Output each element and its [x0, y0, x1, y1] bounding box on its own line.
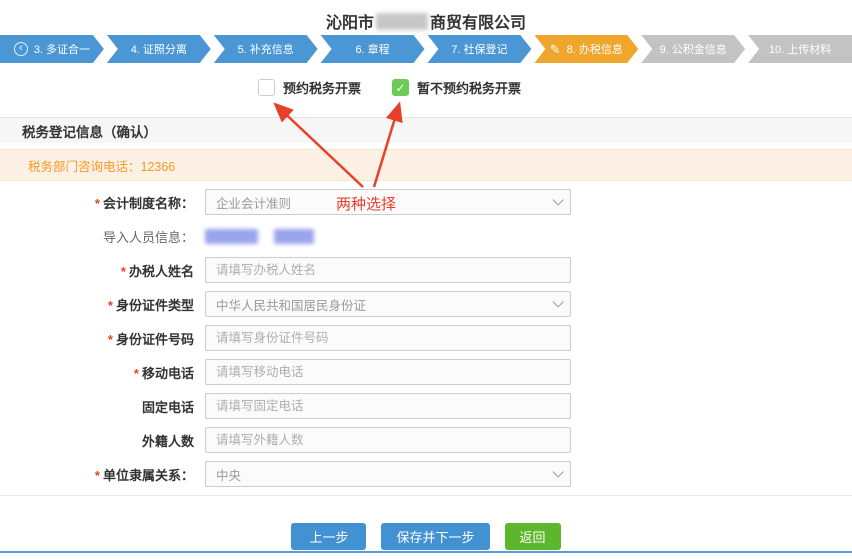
form-row-imported-person: 导入人员信息：: [0, 223, 852, 249]
previous-step-button[interactable]: 上一步: [291, 523, 366, 550]
form-row-accounting-system: *会计制度名称： 企业会计准则: [0, 189, 852, 215]
chevron-down-icon: [552, 296, 563, 307]
form-row-landline-phone: 固定电话: [0, 393, 852, 419]
divider: [0, 495, 852, 496]
notice-text: 税务部门咨询电话：12366: [28, 156, 175, 175]
tax-handler-name-input[interactable]: [205, 257, 571, 283]
title-bar: 沁阳市 商贸有限公司: [0, 0, 852, 30]
field-label: *会计制度名称：: [0, 193, 200, 212]
imported-person-info: [205, 229, 314, 244]
step-label: 9. 公积金信息: [660, 41, 727, 57]
back-circle-icon: ‹: [14, 42, 28, 56]
section-title: 税务登记信息（确认）: [22, 121, 157, 141]
page: 沁阳市 商贸有限公司 ‹ 3. 多证合一 4. 证照分离 5. 补充信息 6. …: [0, 0, 852, 559]
step-5-supplementary-info[interactable]: 5. 补充信息: [214, 35, 318, 63]
button-row: 上一步 保存并下一步 返回: [0, 523, 852, 550]
step-label: 8. 办税信息: [567, 41, 623, 57]
foreign-count-input[interactable]: [205, 427, 571, 453]
redacted-person-id: [274, 229, 314, 244]
pencil-icon: ✎: [550, 43, 561, 56]
step-label: 3. 多证合一: [34, 41, 90, 57]
id-number-input[interactable]: [205, 325, 571, 351]
notice-bar: 税务部门咨询电话：12366: [0, 149, 852, 181]
step-label: 5. 补充信息: [238, 41, 294, 57]
affiliation-select[interactable]: 中央: [205, 461, 571, 487]
field-label: *移动电话: [0, 363, 200, 382]
select-value: 中华人民共和国居民身份证: [216, 295, 366, 314]
checkbox-label: 暂不预约税务开票: [417, 78, 521, 97]
select-value: 中央: [216, 465, 241, 484]
form-row-foreign-count: 外籍人数: [0, 427, 852, 453]
required-asterisk: *: [121, 264, 126, 279]
company-title-suffix: 商贸有限公司: [430, 9, 526, 33]
step-8-tax-info[interactable]: ✎ 8. 办税信息: [534, 35, 638, 63]
redacted-person-name: [205, 229, 258, 244]
step-label: 4. 证照分离: [131, 41, 187, 57]
step-label: 6. 章程: [355, 41, 389, 57]
step-progress-bar: ‹ 3. 多证合一 4. 证照分离 5. 补充信息 6. 章程 7. 社保登记 …: [0, 35, 852, 63]
company-title: 沁阳市 商贸有限公司: [326, 9, 526, 33]
form-row-id-number: *身份证件号码: [0, 325, 852, 351]
checkbox-no-reserve-tax-invoice[interactable]: ✓ 暂不预约税务开票: [392, 78, 521, 97]
checkbox-reserve-tax-invoice[interactable]: 预约税务开票: [258, 78, 361, 97]
landline-phone-input[interactable]: [205, 393, 571, 419]
id-type-select[interactable]: 中华人民共和国居民身份证: [205, 291, 571, 317]
step-3-multi-cert[interactable]: ‹ 3. 多证合一: [0, 35, 104, 63]
return-button[interactable]: 返回: [505, 523, 561, 550]
checkbox-label: 预约税务开票: [283, 78, 361, 97]
required-asterisk: *: [108, 298, 113, 313]
field-label: 导入人员信息：: [0, 227, 200, 246]
step-10-upload-materials[interactable]: 10. 上传材料: [748, 35, 852, 63]
chevron-down-icon: [552, 466, 563, 477]
company-title-prefix: 沁阳市: [326, 9, 374, 33]
form-row-affiliation: *单位隶属关系： 中央: [0, 461, 852, 487]
required-asterisk: *: [95, 196, 100, 211]
step-4-license-separation[interactable]: 4. 证照分离: [107, 35, 211, 63]
field-label: *办税人姓名: [0, 261, 200, 280]
mobile-phone-input[interactable]: [205, 359, 571, 385]
checkbox-unchecked-icon[interactable]: [258, 79, 275, 96]
step-label: 10. 上传材料: [769, 41, 831, 57]
invoice-option-row: 预约税务开票 ✓ 暂不预约税务开票: [0, 78, 852, 100]
form-row-id-type: *身份证件类型 中华人民共和国居民身份证: [0, 291, 852, 317]
save-and-next-button[interactable]: 保存并下一步: [381, 523, 489, 550]
chevron-down-icon: [552, 194, 563, 205]
form-row-mobile-phone: *移动电话: [0, 359, 852, 385]
footer-accent-line: [0, 551, 852, 553]
select-value: 企业会计准则: [216, 193, 291, 212]
step-7-social-insurance[interactable]: 7. 社保登记: [428, 35, 532, 63]
field-label: *单位隶属关系：: [0, 465, 200, 484]
field-label: *身份证件号码: [0, 329, 200, 348]
field-label: 外籍人数: [0, 431, 200, 450]
required-asterisk: *: [134, 366, 139, 381]
step-9-housing-fund[interactable]: 9. 公积金信息: [641, 35, 745, 63]
form-row-tax-handler-name: *办税人姓名: [0, 257, 852, 283]
step-label: 7. 社保登记: [451, 41, 507, 57]
step-6-articles[interactable]: 6. 章程: [321, 35, 425, 63]
required-asterisk: *: [108, 332, 113, 347]
section-header: 税务登记信息（确认）: [0, 117, 852, 143]
field-label: *身份证件类型: [0, 295, 200, 314]
required-asterisk: *: [95, 468, 100, 483]
tax-registration-form: *会计制度名称： 企业会计准则 导入人员信息： *办税人姓名 *身份证件类型 中…: [0, 189, 852, 487]
redacted-company-name: [376, 13, 428, 30]
field-label: 固定电话: [0, 397, 200, 416]
accounting-system-select[interactable]: 企业会计准则: [205, 189, 571, 215]
checkbox-checked-icon[interactable]: ✓: [392, 79, 409, 96]
